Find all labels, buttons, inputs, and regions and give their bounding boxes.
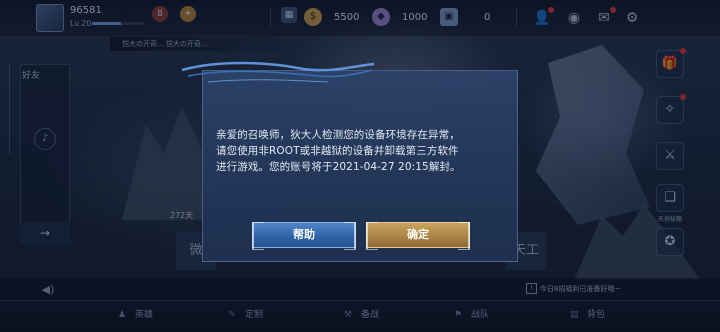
dialog-message-line: 亲爱的召唤师，狄大人检测您的设备环境存在异常， bbox=[216, 129, 460, 141]
dialog-message-line: 请您使用非ROOT或非越狱的设备并卸载第三方软件 bbox=[216, 145, 459, 157]
dialog-swirl-ornament bbox=[181, 61, 375, 83]
dialog-message: 亲爱的召唤师，狄大人检测您的设备环境存在异常， 请您使用非ROOT或非越狱的设备… bbox=[216, 127, 506, 175]
confirm-button[interactable]: 确定 bbox=[366, 222, 470, 250]
help-button[interactable]: 帮助 bbox=[252, 222, 356, 250]
dialog-message-line: 进行游戏。您的账号将于2021-04-27 20:15解封。 bbox=[216, 161, 461, 173]
